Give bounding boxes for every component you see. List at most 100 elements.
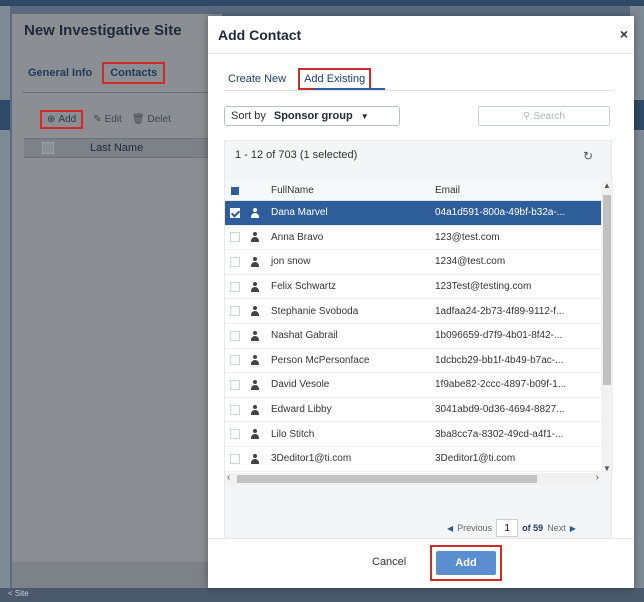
table-row[interactable]: Anna Bravo 123@test.com bbox=[225, 226, 601, 251]
row-fullname: David Vesole bbox=[271, 379, 330, 391]
sort-dropdown[interactable]: Sort by Sponsor group ▼ bbox=[224, 106, 400, 126]
row-checkbox-cell[interactable] bbox=[225, 429, 245, 440]
vertical-scroll-thumb[interactable] bbox=[603, 195, 611, 385]
row-icon-cell bbox=[245, 232, 265, 243]
tab-general-info[interactable]: General Info bbox=[22, 64, 98, 82]
row-icon-cell bbox=[245, 306, 265, 317]
table-row[interactable]: Dana Marvel 04a1d591-800a-49bf-b32a-... bbox=[225, 201, 601, 226]
table-row[interactable]: Person McPersonface 1dcbcb29-bb1f-4b49-b7… bbox=[225, 349, 601, 374]
background-left-bar bbox=[0, 100, 10, 130]
column-email[interactable]: Email bbox=[429, 185, 601, 196]
next-arrow-icon[interactable]: ▶ bbox=[570, 524, 576, 533]
table-row[interactable]: Stephanie Svoboda 1adfaa24-2b73-4f89-9112… bbox=[225, 299, 601, 324]
row-checkbox[interactable] bbox=[230, 404, 240, 415]
row-checkbox-cell[interactable] bbox=[225, 232, 245, 243]
row-checkbox[interactable] bbox=[230, 355, 240, 366]
row-email: 123@test.com bbox=[435, 231, 500, 243]
tab-divider bbox=[22, 92, 222, 93]
scroll-down-icon[interactable]: ▼ bbox=[603, 464, 611, 473]
row-fullname: Person McPersonface bbox=[271, 354, 370, 366]
tab-add-existing[interactable]: Add Existing bbox=[298, 68, 372, 90]
header-checkbox-cell[interactable] bbox=[225, 186, 245, 195]
row-checkbox[interactable] bbox=[230, 453, 240, 464]
delete-label: Delet bbox=[147, 114, 171, 125]
site-tabs: General Info Contacts bbox=[22, 62, 166, 84]
add-button[interactable]: Add bbox=[436, 551, 496, 575]
person-icon bbox=[251, 256, 259, 267]
column-fullname[interactable]: FullName bbox=[265, 185, 429, 196]
horizontal-scroll-thumb[interactable] bbox=[237, 475, 537, 483]
row-icon-cell bbox=[245, 256, 265, 267]
refresh-icon[interactable]: ↻ bbox=[583, 149, 593, 163]
row-checkbox[interactable] bbox=[230, 232, 240, 243]
table-row[interactable]: Nashat Gabrail 1b096659-d7f9-4b01-8f42-..… bbox=[225, 324, 601, 349]
table-row[interactable]: jon snow 1234@test.com bbox=[225, 250, 601, 275]
add-button-highlight: Add bbox=[430, 545, 502, 581]
horizontal-scrollbar[interactable]: ‹ › bbox=[225, 472, 601, 485]
dialog-footer: Cancel Add bbox=[208, 538, 634, 588]
add-contact-button[interactable]: ⊕ Add bbox=[40, 110, 84, 129]
table-row[interactable]: Lilo Stitch 3ba8cc7a-8302-49cd-a4f1-... bbox=[225, 422, 601, 447]
row-checkbox-cell[interactable] bbox=[225, 281, 245, 292]
close-icon[interactable]: × bbox=[620, 26, 628, 42]
scroll-left-icon[interactable]: ‹ bbox=[227, 472, 230, 483]
column-last-name[interactable]: Last Name bbox=[90, 142, 143, 154]
table-row[interactable]: Edward Libby 3041abd9-0d36-4694-8827... bbox=[225, 398, 601, 423]
row-fullname: jon snow bbox=[271, 256, 311, 268]
select-all-checkbox[interactable] bbox=[42, 142, 54, 154]
dialog-tabs: Create New Add Existing bbox=[224, 68, 372, 90]
row-icon-cell bbox=[245, 281, 265, 292]
row-checkbox-cell[interactable] bbox=[225, 355, 245, 366]
pencil-icon: ✎ bbox=[93, 114, 102, 125]
person-icon bbox=[251, 404, 259, 415]
row-fullname: Stephanie Svoboda bbox=[271, 305, 359, 317]
row-checkbox[interactable] bbox=[230, 281, 240, 292]
add-contact-dialog: Add Contact × Create New Add Existing So… bbox=[208, 16, 634, 588]
cancel-button[interactable]: Cancel bbox=[372, 556, 406, 568]
row-checkbox-cell[interactable] bbox=[225, 404, 245, 415]
person-icon bbox=[251, 453, 259, 464]
select-all-checkbox[interactable] bbox=[231, 186, 239, 195]
row-icon-cell bbox=[245, 207, 265, 218]
row-checkbox-cell[interactable] bbox=[225, 379, 245, 390]
row-checkbox[interactable] bbox=[230, 207, 240, 218]
tab-contacts[interactable]: Contacts bbox=[102, 62, 166, 84]
edit-label: Edit bbox=[104, 114, 122, 125]
site-breadcrumb[interactable]: < Site bbox=[8, 589, 29, 598]
new-investigative-site-panel: New Investigative Site General Info Cont… bbox=[12, 14, 222, 588]
table-row[interactable]: David Vesole 1f9abe82-2ccc-4897-b09f-1... bbox=[225, 373, 601, 398]
scroll-up-icon[interactable]: ▲ bbox=[603, 181, 611, 190]
tab-create-new[interactable]: Create New bbox=[224, 70, 290, 88]
panel-footer bbox=[12, 562, 222, 588]
row-checkbox-cell[interactable] bbox=[225, 207, 245, 218]
row-checkbox-cell[interactable] bbox=[225, 453, 245, 464]
plus-circle-icon: ⊕ bbox=[47, 114, 56, 125]
row-icon-cell bbox=[245, 379, 265, 390]
person-icon bbox=[251, 330, 259, 341]
row-checkbox[interactable] bbox=[230, 256, 240, 267]
background-left-strip bbox=[0, 6, 10, 602]
background-bottom-bar bbox=[0, 588, 644, 602]
table-row[interactable]: Felix Schwartz 123Test@testing.com bbox=[225, 275, 601, 300]
scroll-right-icon[interactable]: › bbox=[596, 472, 599, 483]
person-icon bbox=[251, 429, 259, 440]
row-checkbox[interactable] bbox=[230, 306, 240, 317]
row-fullname: Felix Schwartz bbox=[271, 281, 337, 293]
vertical-scrollbar[interactable]: ▲ ▼ bbox=[601, 181, 613, 473]
page-title: New Investigative Site bbox=[24, 22, 182, 39]
edit-button[interactable]: ✎ Edit bbox=[93, 114, 122, 125]
previous-link[interactable]: Previous bbox=[457, 523, 492, 533]
row-checkbox[interactable] bbox=[230, 330, 240, 341]
row-checkbox-cell[interactable] bbox=[225, 306, 245, 317]
row-checkbox-cell[interactable] bbox=[225, 256, 245, 267]
delete-button[interactable]: 🗑 Delet bbox=[132, 114, 171, 125]
page-number-input[interactable] bbox=[496, 519, 519, 537]
table-row[interactable]: 3Deditor1@ti.com 3Deditor1@ti.com bbox=[225, 447, 601, 472]
row-checkbox[interactable] bbox=[230, 379, 240, 390]
search-input[interactable]: ⚲ Search bbox=[478, 106, 610, 126]
row-checkbox-cell[interactable] bbox=[225, 330, 245, 341]
row-checkbox[interactable] bbox=[230, 429, 240, 440]
row-email: 1adfaa24-2b73-4f89-9112-f... bbox=[435, 305, 565, 317]
previous-arrow-icon[interactable]: ◀ bbox=[447, 524, 453, 533]
next-link[interactable]: Next bbox=[547, 523, 566, 533]
